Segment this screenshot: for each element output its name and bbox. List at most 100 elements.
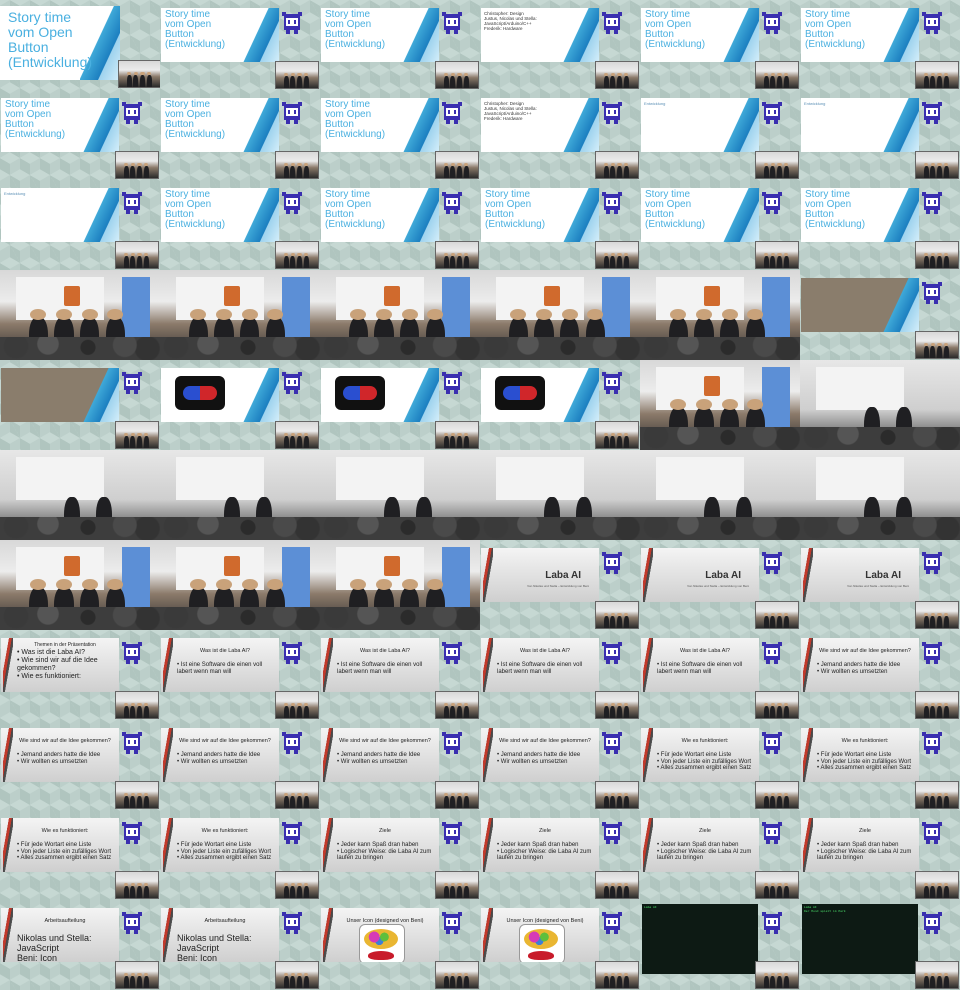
video-thumbnail[interactable] <box>160 450 320 540</box>
video-thumbnail[interactable]: Laba AI <box>640 900 800 990</box>
camera-inset <box>115 781 159 809</box>
camera-inset <box>915 151 959 179</box>
video-thumbnail[interactable] <box>320 270 480 360</box>
presenter-figure <box>143 885 149 898</box>
presenters <box>756 882 798 898</box>
video-thumbnail[interactable] <box>800 450 960 540</box>
video-thumbnail[interactable]: Christopher: Design Justus, Nicolas und S… <box>480 0 640 90</box>
video-thumbnail[interactable]: Wie es funktioniert: Für jede Wortart ein… <box>640 720 800 810</box>
video-thumbnail[interactable]: Unser Icon (designed von Beni) <box>320 900 480 990</box>
presenters <box>436 252 478 268</box>
video-thumbnail[interactable]: Story time vom Open Button (Entwicklung) <box>640 180 800 270</box>
video-thumbnail[interactable]: Wie sind wir auf die Idee gekommen? Jeman… <box>160 720 320 810</box>
video-thumbnail[interactable]: Arbeitsaufteilung Nikolas und Stella: Jav… <box>160 900 320 990</box>
slide-title: Wie sind wir auf die Idee gekommen? <box>179 738 271 744</box>
video-thumbnail[interactable]: Was ist die Laba AI? Ist eine Software di… <box>320 630 480 720</box>
video-thumbnail[interactable]: Entwicklung <box>0 180 160 270</box>
robot-mascot-icon <box>600 102 624 126</box>
video-thumbnail[interactable] <box>320 450 480 540</box>
video-thumbnail[interactable]: Arbeitsaufteilung Nikolas und Stella: Jav… <box>0 900 160 990</box>
video-thumbnail[interactable]: Story time vom Open Button (Entwicklung) <box>160 90 320 180</box>
robot-mascot-icon <box>440 642 464 666</box>
video-thumbnail[interactable]: Christopher: Design Justus, Nicolas und S… <box>480 90 640 180</box>
video-thumbnail[interactable]: Story time vom Open Button (Entwicklung) <box>320 0 480 90</box>
video-thumbnail[interactable] <box>800 270 960 360</box>
video-thumbnail[interactable]: Entwicklung <box>640 90 800 180</box>
video-thumbnail[interactable]: Themen in der PräsentationWas ist die La… <box>0 630 160 720</box>
video-thumbnail[interactable] <box>160 270 320 360</box>
robot-mascot-icon <box>920 642 944 666</box>
slide-title: Story time vom Open Button (Entwicklung) <box>165 190 245 230</box>
presenter-figure <box>463 885 469 898</box>
video-thumbnail[interactable] <box>800 360 960 450</box>
video-thumbnail[interactable] <box>480 450 640 540</box>
video-thumbnail[interactable]: Story time vom Open Button (Entwicklung) <box>160 0 320 90</box>
video-thumbnail[interactable] <box>0 450 160 540</box>
video-thumbnail[interactable]: Wie es funktioniert: Für jede Wortart ein… <box>160 810 320 900</box>
video-thumbnail[interactable]: Wie es funktioniert: Für jede Wortart ein… <box>800 720 960 810</box>
audience <box>640 426 800 450</box>
video-thumbnail[interactable]: Story time vom Open Button (Entwicklung) <box>320 90 480 180</box>
video-thumbnail[interactable]: Ziele Jeder kann Spaß dran habenLogischer… <box>320 810 480 900</box>
video-thumbnail[interactable]: Entwicklung <box>800 90 960 180</box>
video-thumbnail[interactable]: Was ist die Laba AI? Ist eine Software di… <box>480 630 640 720</box>
video-thumbnail[interactable]: Story time vom Open Button (Entwicklung) <box>800 0 960 90</box>
camera-inset <box>118 60 160 88</box>
video-thumbnail[interactable]: Laba AI Von Nikolas und Stella – Entwickl… <box>800 540 960 630</box>
video-thumbnail[interactable]: Laba AI Der Hund spielt im Park <box>800 900 960 990</box>
camera-inset <box>275 241 319 269</box>
video-thumbnail[interactable] <box>640 270 800 360</box>
video-thumbnail[interactable]: Was ist die Laba AI? Ist eine Software di… <box>160 630 320 720</box>
slide-bullets: Für jede Wortart eine ListeVon jeder Lis… <box>657 752 757 772</box>
video-thumbnail[interactable]: Wie sind wir auf die Idee gekommen? Jeman… <box>0 720 160 810</box>
video-thumbnail[interactable] <box>640 360 800 450</box>
video-thumbnail[interactable] <box>160 540 320 630</box>
video-thumbnail[interactable]: Ziele Jeder kann Spaß dran habenLogischer… <box>480 810 640 900</box>
video-thumbnail[interactable]: Wie es funktioniert: Für jede Wortart ein… <box>0 810 160 900</box>
video-thumbnail[interactable] <box>0 360 160 450</box>
video-thumbnail[interactable]: Ziele Jeder kann Spaß dran habenLogischer… <box>800 810 960 900</box>
video-thumbnail[interactable] <box>320 540 480 630</box>
slide-title-line: (Entwicklung) <box>645 39 706 50</box>
video-thumbnail[interactable]: Story time vom Open Button (Entwicklung) <box>160 180 320 270</box>
video-thumbnail[interactable]: Story time vom Open Button (Entwicklung) <box>640 0 800 90</box>
video-thumbnail[interactable]: Ziele Jeder kann Spaß dran habenLogischer… <box>640 810 800 900</box>
presenter-figure <box>463 975 469 988</box>
camera-inset <box>435 151 479 179</box>
video-thumbnail[interactable]: Laba AI Von Nikolas und Stella – Entwickl… <box>640 540 800 630</box>
cardboard-robot <box>224 556 240 576</box>
cardboard-robot <box>544 286 560 306</box>
video-thumbnail[interactable]: Story time vom Open Button (Entwicklung) <box>800 180 960 270</box>
stage-photo <box>160 540 320 630</box>
presenter-figure <box>623 975 629 988</box>
video-thumbnail[interactable]: Story time vom Open Button (Entwicklung) <box>0 0 160 90</box>
presenters <box>436 972 478 988</box>
video-thumbnail[interactable] <box>480 270 640 360</box>
slide-preview: Entwicklung <box>801 98 919 152</box>
presenter-figure <box>943 885 949 898</box>
video-thumbnail[interactable]: Wie sind wir auf die Idee gekommen? Jeman… <box>320 720 480 810</box>
slide-title: Story time vom Open Button (Entwicklung) <box>165 10 245 50</box>
camera-inset <box>595 421 639 449</box>
video-thumbnail[interactable] <box>0 270 160 360</box>
video-thumbnail[interactable]: Unser Icon (designed von Beni) <box>480 900 640 990</box>
video-thumbnail[interactable]: Story time vom Open Button (Entwicklung) <box>0 90 160 180</box>
video-thumbnail[interactable]: Story time vom Open Button (Entwicklung) <box>320 180 480 270</box>
robot-mascot-icon <box>440 732 464 756</box>
video-thumbnail[interactable]: Was ist die Laba AI? Ist eine Software di… <box>640 630 800 720</box>
video-thumbnail[interactable]: Wie sind wir auf die Idee gekommen? Jeman… <box>480 720 640 810</box>
robot-mascot-icon <box>440 822 464 846</box>
video-thumbnail[interactable] <box>480 360 640 450</box>
robot-mascot-icon <box>600 732 624 756</box>
video-thumbnail[interactable] <box>640 450 800 540</box>
slide-title: Wie sind wir auf die Idee gekommen? <box>19 738 111 744</box>
presenter-figure <box>143 255 149 268</box>
video-thumbnail[interactable] <box>160 360 320 450</box>
video-thumbnail[interactable]: Story time vom Open Button (Entwicklung) <box>480 180 640 270</box>
video-thumbnail[interactable] <box>0 540 160 630</box>
video-thumbnail[interactable]: Wie sind wir auf die Idee gekommen? Jeman… <box>800 630 960 720</box>
video-thumbnail[interactable]: Laba AI Von Nikolas und Stella – Entwickl… <box>480 540 640 630</box>
presenter-figure <box>763 165 769 178</box>
video-thumbnail[interactable] <box>320 360 480 450</box>
hall-photo <box>160 450 320 540</box>
